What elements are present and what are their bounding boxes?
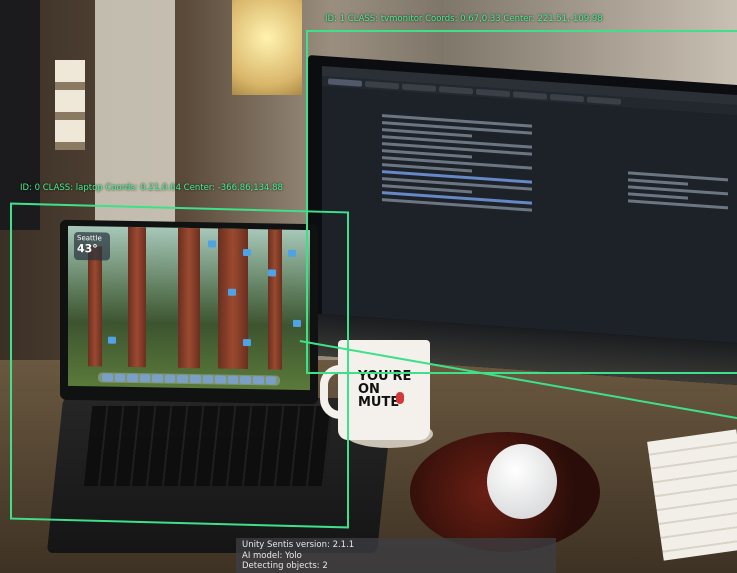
inference-info-panel: Unity Sentis version: 2.1.1 AI model: Yo… <box>236 538 556 573</box>
sentis-version-text: Unity Sentis version: 2.1.1 <box>242 540 355 550</box>
laptop-bounding-box <box>10 202 349 529</box>
hanging-jacket <box>0 0 40 230</box>
mug-print: YOU'RE ON MUTE <box>358 370 418 409</box>
magic-mouse <box>487 444 557 519</box>
floor-lamp <box>232 0 302 95</box>
detecting-count-text: Detecting objects: 2 <box>242 561 328 571</box>
paper-stack <box>647 429 737 561</box>
ai-model-text: AI model: Yolo <box>242 550 302 561</box>
wall-picture-frames <box>55 60 85 150</box>
monitor-detection-label: ID: 1 CLASS: tvmonitor Coords: 0.67,0.33… <box>325 14 603 24</box>
laptop-detection-label: ID: 0 CLASS: laptop Coords: 0.21,0.64 Ce… <box>20 183 283 193</box>
mug-text-line: MUTE <box>358 395 400 410</box>
monitor-bounding-box <box>306 30 737 374</box>
microphone-icon <box>396 392 404 404</box>
